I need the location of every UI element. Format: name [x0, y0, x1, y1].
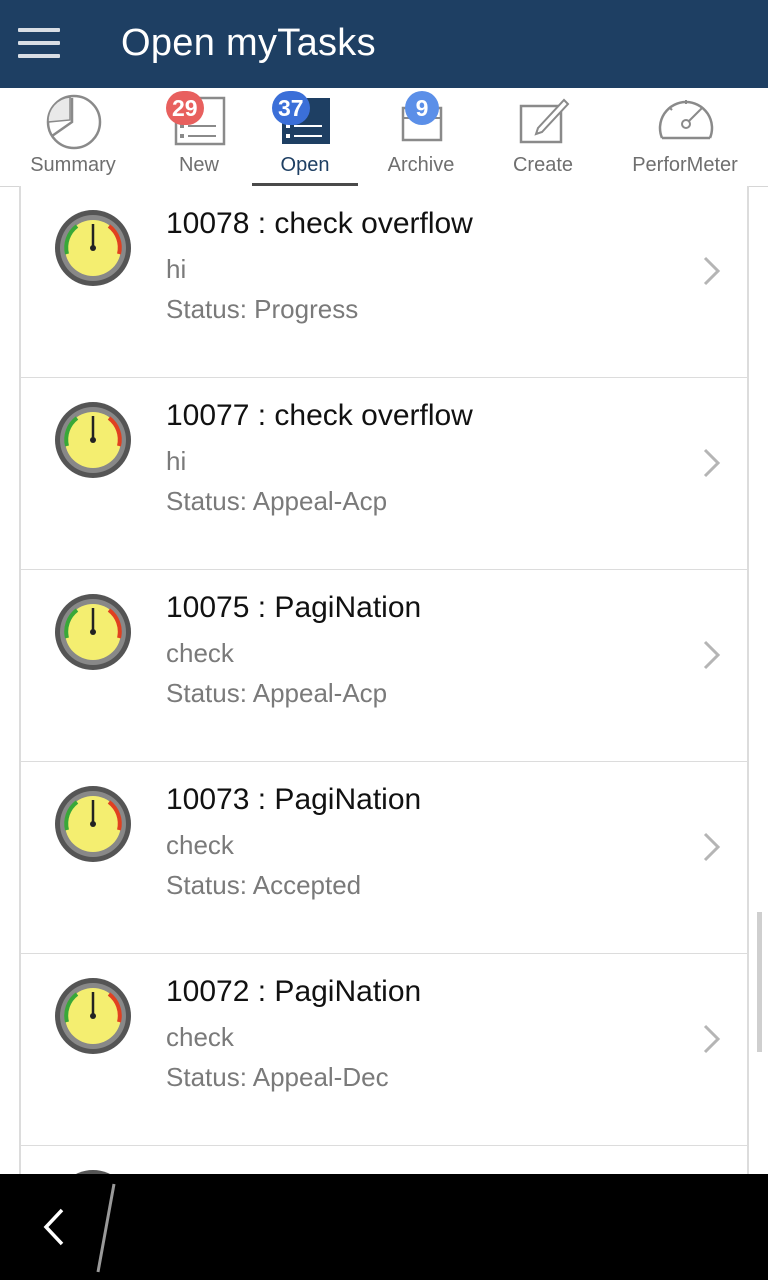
chevron-right-icon	[703, 1024, 721, 1054]
tab-performeter[interactable]: PerforMeter	[626, 88, 744, 186]
task-row-partial[interactable]	[21, 1146, 747, 1174]
tab-bar: Summary 29 New 37 Open 9 Archive Create …	[0, 88, 768, 187]
task-description: hi	[166, 254, 187, 284]
back-arrow-icon[interactable]	[36, 1206, 70, 1248]
tab-open[interactable]: 37 Open	[252, 88, 358, 187]
task-title: 10077 : check overflow	[166, 399, 473, 432]
task-status: Status: Appeal-Acp	[166, 678, 388, 708]
tab-label: Create	[512, 154, 574, 176]
tab-summary[interactable]: Summary	[14, 88, 132, 186]
scrollbar[interactable]	[757, 912, 762, 1052]
task-row[interactable]: 10078 : check overflow hi Status: Progre…	[21, 186, 747, 379]
chevron-right-icon	[703, 640, 721, 670]
chevron-right-icon	[703, 256, 721, 286]
speedometer-icon	[658, 100, 714, 140]
task-title: 10078 : check overflow	[166, 207, 473, 240]
app-bar: Open myTasks	[0, 0, 768, 88]
hamburger-menu-icon[interactable]	[18, 28, 62, 60]
task-list: 10078 : check overflow hi Status: Progre…	[19, 186, 749, 1174]
gauge-icon	[55, 978, 131, 1054]
tab-new[interactable]: 29 New	[146, 88, 252, 186]
tab-label: New	[178, 154, 219, 176]
task-description: check	[166, 830, 234, 860]
page-title: Open myTasks	[121, 22, 376, 64]
task-title: 10073 : PagiNation	[166, 783, 422, 816]
divider-slash-icon	[96, 1183, 116, 1273]
tab-label: Archive	[387, 154, 455, 176]
task-title: 10072 : PagiNation	[166, 975, 422, 1008]
tab-archive[interactable]: 9 Archive	[368, 88, 474, 186]
pie-chart-icon	[46, 94, 102, 150]
task-row[interactable]: 10075 : PagiNation check Status: Appeal-…	[21, 570, 747, 763]
task-row[interactable]: 10072 : PagiNation check Status: Appeal-…	[21, 954, 747, 1147]
chevron-right-icon	[703, 448, 721, 478]
task-title: 10075 : PagiNation	[166, 591, 422, 624]
gauge-icon	[55, 402, 131, 478]
tab-label: Summary	[30, 154, 116, 176]
task-row[interactable]: 10073 : PagiNation check Status: Accepte…	[21, 762, 747, 955]
edit-icon	[519, 98, 570, 144]
chevron-right-icon	[703, 832, 721, 862]
task-description: check	[166, 1022, 234, 1052]
tab-label: Open	[280, 154, 330, 176]
new-count-badge: 29	[166, 91, 204, 125]
task-status: Status: Accepted	[166, 870, 362, 900]
task-description: check	[166, 638, 234, 668]
task-status: Status: Progress	[166, 294, 359, 324]
gauge-icon	[55, 210, 131, 286]
task-status: Status: Appeal-Acp	[166, 486, 388, 516]
open-count-badge: 37	[272, 91, 310, 125]
task-description: hi	[166, 446, 187, 476]
tab-create[interactable]: Create	[488, 88, 598, 186]
task-status: Status: Appeal-Dec	[166, 1062, 389, 1092]
gauge-icon	[55, 594, 131, 670]
bottom-nav-bar	[0, 1174, 768, 1280]
task-row[interactable]: 10077 : check overflow hi Status: Appeal…	[21, 378, 747, 571]
gauge-icon	[55, 786, 131, 862]
tab-label: PerforMeter	[632, 154, 738, 176]
archive-count-badge: 9	[405, 91, 439, 125]
